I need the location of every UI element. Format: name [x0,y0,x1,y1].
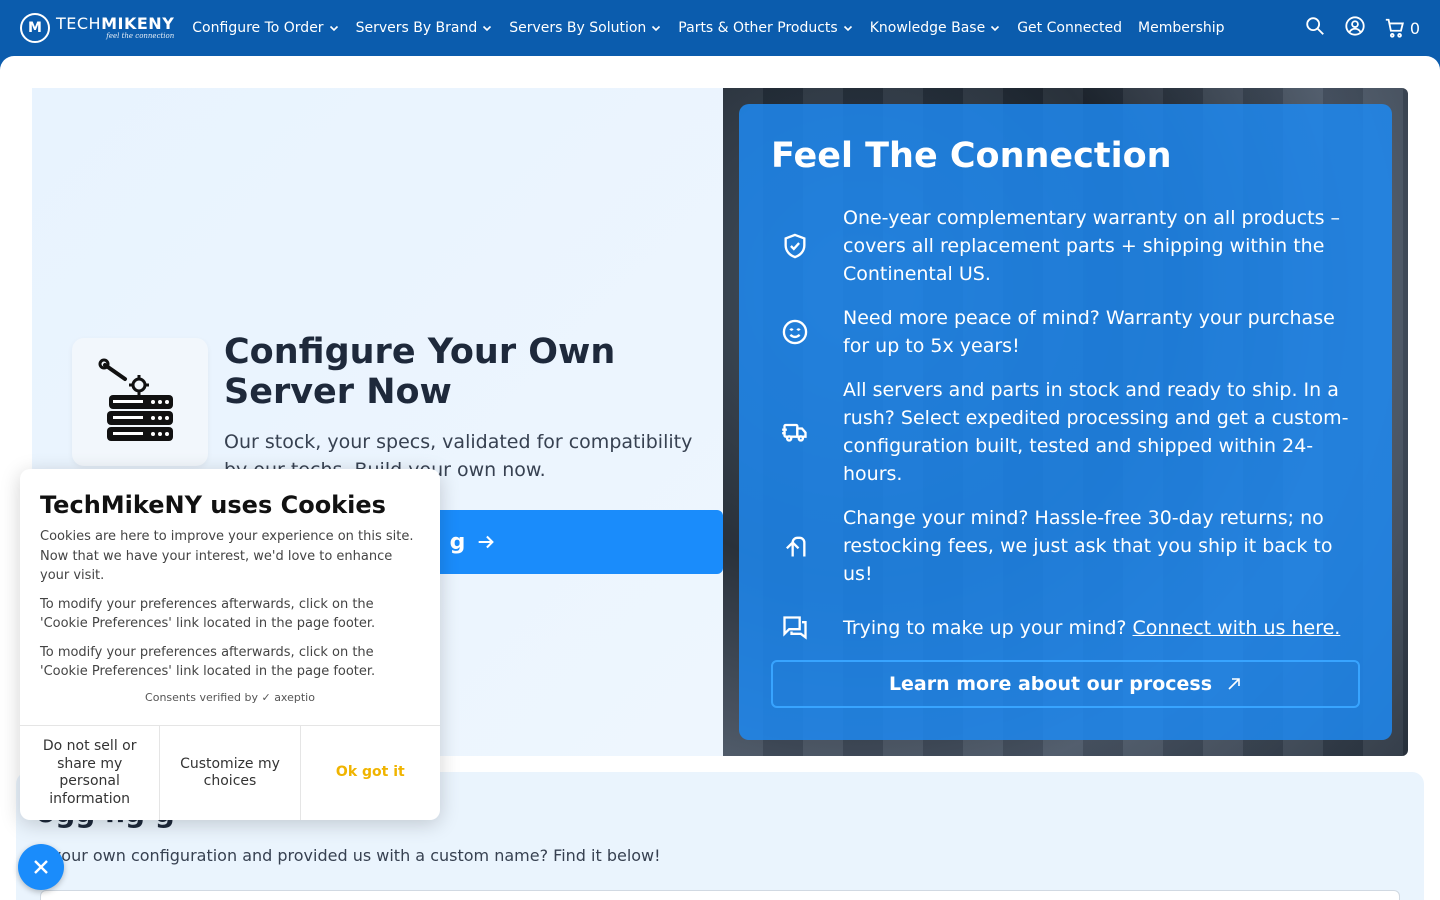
cart-icon [1385,18,1404,38]
cart-button[interactable]: 0 [1384,17,1420,39]
logo[interactable]: M TECHMIKENY feel the connection [20,13,174,43]
search-icon[interactable] [1304,15,1326,41]
axeptio-icon: ✓ [261,690,271,704]
chevron-down-icon [991,25,1000,32]
chevron-down-icon [329,25,338,32]
arrow-right-icon [479,535,495,549]
chat-icon [771,604,819,652]
nav-item-get-connected[interactable]: Get Connected [1009,20,1130,36]
feature-text: Change your mind? Hassle-free 30-day ret… [843,507,1333,585]
feature-item: Change your mind? Hassle-free 30-day ret… [771,504,1360,588]
return-arrow-icon [771,522,819,570]
external-arrow-icon [1228,678,1240,690]
find-config-text: lt your own configuration and provided u… [36,846,661,865]
feature-text: Need more peace of mind? Warranty your p… [843,307,1335,357]
nav-item-parts-other-products[interactable]: Parts & Other Products [670,20,861,36]
cookie-paragraph: To modify your preferences afterwards, c… [40,596,376,632]
nav-menu: Configure To Order Servers By Brand Server… [184,0,1232,56]
nav-item-membership[interactable]: Membership [1130,20,1233,36]
server-config-icon [98,358,173,441]
feature-item: One-year complementary warranty on all p… [771,204,1360,288]
connection-panel: Feel The Connection One-year complementa… [723,88,1408,756]
config-search-input[interactable] [40,890,1400,900]
shield-check-icon [771,222,819,270]
top-navbar: M TECHMIKENY feel the connection Configu… [0,0,1440,56]
cookie-paragraph: Cookies are here to improve your experie… [40,529,414,583]
cookie-paragraph: To modify your preferences afterwards, c… [40,644,376,680]
feature-text: One-year complementary warranty on all p… [843,207,1341,285]
feature-item: All servers and parts in stock and ready… [771,376,1360,488]
cart-count: 0 [1409,18,1420,38]
cookie-dialog: TechMikeNY uses Cookies Cookies are here… [20,469,440,820]
feature-list: One-year complementary warranty on all p… [771,204,1360,652]
chevron-down-icon [483,25,492,32]
logo-mark-icon: M [20,13,50,43]
chevron-down-icon [652,25,661,32]
connection-title: Feel The Connection [771,136,1172,176]
cookie-title: TechMikeNY uses Cookies [40,491,386,519]
ok-got-it-button[interactable]: Ok got it [301,726,440,820]
nav-item-knowledge-base[interactable]: Knowledge Base [862,20,1010,36]
feature-text: Trying to make up your mind? [843,617,1133,639]
consents-verified: Consents verified by ✓ axeptio [145,690,315,704]
feature-item: Trying to make up your mind? Connect wit… [771,604,1360,652]
feature-item: Need more peace of mind? Warranty your p… [771,304,1360,360]
nav-item-servers-by-solution[interactable]: Servers By Solution [501,20,670,36]
server-config-tile [72,338,208,466]
truck-icon [771,408,819,456]
nav-item-servers-by-brand[interactable]: Servers By Brand [348,20,502,36]
feature-text: All servers and parts in stock and ready… [843,379,1349,485]
learn-more-button[interactable]: Learn more about our process [771,660,1360,708]
connection-card: Feel The Connection One-year complementa… [739,104,1392,740]
do-not-sell-button[interactable]: Do not sell or share my personal informa… [20,726,161,820]
account-icon[interactable] [1344,15,1366,41]
customize-choices-button[interactable]: Customize my choices [160,726,301,820]
smile-icon [771,308,819,356]
cookie-close-button[interactable] [18,844,64,890]
nav-item-configure-to-order[interactable]: Configure To Order [184,20,347,36]
configure-title: Configure Your Own Server Now [224,332,616,412]
close-icon [34,860,48,874]
chevron-down-icon [843,25,852,32]
connect-link[interactable]: Connect with us here. [1133,617,1341,639]
